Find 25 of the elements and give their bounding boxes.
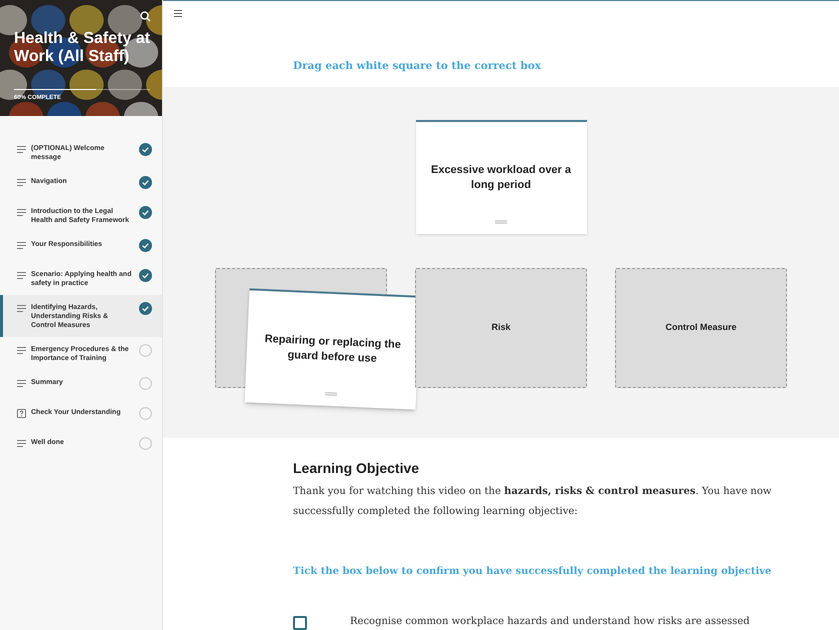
- section-heading: Learning Objective: [293, 459, 420, 478]
- lines-icon: [17, 380, 26, 387]
- lines-icon: [17, 305, 26, 312]
- menu-icon[interactable]: [174, 10, 182, 17]
- zone-label: Control Measure: [665, 320, 736, 334]
- lines-icon: [17, 209, 26, 216]
- card-text: Repairing or replacing the guard before use: [263, 332, 402, 366]
- body-paragraph: Thank you for watching this video on the hazards, risks & control measures. You have now successfully completed the following learning objective:: [293, 485, 772, 519]
- question-icon: [17, 409, 26, 418]
- drag-handle-icon: [324, 391, 337, 396]
- card-text: Excessive workload over a long period: [430, 162, 572, 193]
- objective-text: Recognise common workplace hazards and understand how risks are assessed: [350, 615, 750, 629]
- lines-icon: [17, 440, 26, 447]
- tick-prompt: Tick the box below to confirm you have successfully completed the learning objective: [293, 565, 772, 579]
- lines-icon: [17, 242, 26, 249]
- search-icon[interactable]: [140, 11, 151, 22]
- drag-card[interactable]: Excessive workload over a long period: [416, 120, 586, 234]
- drag-handle-icon: [495, 220, 507, 224]
- checkbox[interactable]: [293, 616, 307, 630]
- lines-icon: [17, 179, 26, 186]
- lines-icon: [17, 272, 26, 279]
- instruction-text: Drag each white square to the correct box: [293, 60, 541, 72]
- lines-icon: [17, 146, 26, 153]
- zone-label: Risk: [491, 320, 510, 334]
- lines-icon: [17, 347, 26, 354]
